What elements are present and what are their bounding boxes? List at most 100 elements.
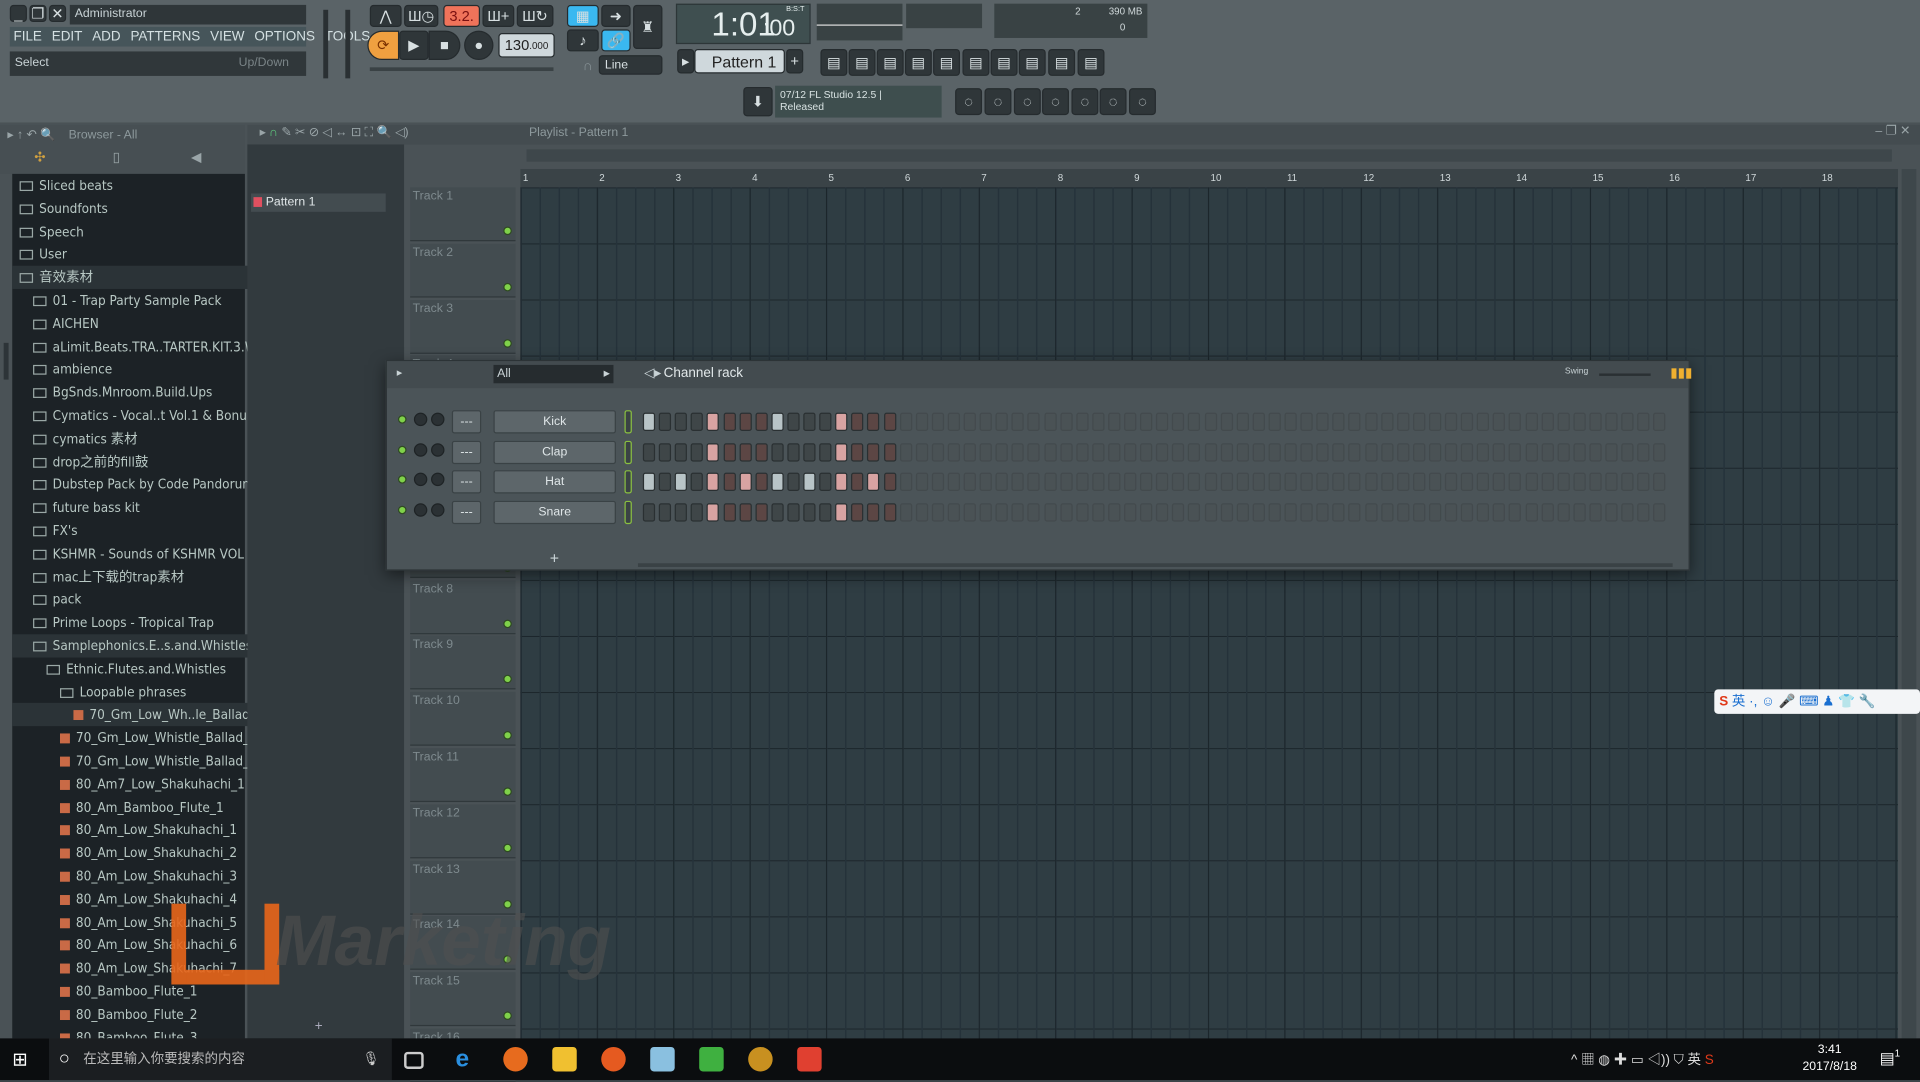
step-button[interactable] xyxy=(1268,442,1281,462)
wizard-view-button[interactable]: ▤ xyxy=(1018,48,1046,76)
step-button[interactable] xyxy=(803,472,816,492)
step-button[interactable] xyxy=(690,412,704,432)
step-button[interactable] xyxy=(1412,412,1426,432)
undo-button[interactable]: ◌ xyxy=(955,88,983,116)
step-button[interactable] xyxy=(642,412,656,432)
step-button[interactable] xyxy=(1557,412,1570,432)
browser-item[interactable]: 80_Am_Low_Shakuhachi_3 xyxy=(12,864,254,887)
firefox-icon[interactable] xyxy=(503,1046,528,1072)
browser-item[interactable]: pack xyxy=(12,588,254,611)
step-button[interactable] xyxy=(899,472,912,492)
step-button[interactable] xyxy=(739,442,752,462)
step-button[interactable] xyxy=(995,502,1008,522)
mic-icon[interactable]: 🎙 xyxy=(362,1038,379,1080)
browser-item[interactable]: mac上下载的trap素材 xyxy=(12,565,254,588)
step-button[interactable] xyxy=(674,472,688,492)
track-mute-led[interactable] xyxy=(503,731,512,740)
step-button[interactable] xyxy=(1460,442,1474,462)
step-button[interactable] xyxy=(1268,412,1281,432)
step-button[interactable] xyxy=(642,442,656,462)
step-button[interactable] xyxy=(1172,442,1185,462)
step-button[interactable] xyxy=(979,472,992,492)
step-button[interactable] xyxy=(915,502,928,522)
step-button[interactable] xyxy=(1140,442,1153,462)
step-button[interactable] xyxy=(1092,412,1105,432)
step-button[interactable] xyxy=(995,472,1008,492)
add-pattern-list-button[interactable]: + xyxy=(315,1019,323,1034)
browser-item[interactable]: 70_Gm_Low_Whistle_Ballad_3 xyxy=(12,749,255,772)
step-button[interactable] xyxy=(1284,502,1297,522)
step-button[interactable] xyxy=(995,442,1008,462)
step-button[interactable] xyxy=(1124,502,1137,522)
step-button[interactable] xyxy=(1621,472,1634,492)
step-button[interactable] xyxy=(1140,502,1153,522)
master-pitch-slider[interactable] xyxy=(345,9,351,79)
save-button[interactable]: ◌ xyxy=(1071,88,1099,116)
blend-notes-button[interactable]: ♪ xyxy=(566,29,599,52)
step-button[interactable] xyxy=(899,442,912,462)
step-button[interactable] xyxy=(1332,502,1345,522)
step-button[interactable] xyxy=(1621,412,1634,432)
browser-item[interactable]: Cymatics - Vocal..t Vol.1 & Bonuses xyxy=(12,404,255,427)
step-button[interactable] xyxy=(1364,502,1377,522)
step-button[interactable] xyxy=(867,472,880,492)
step-button[interactable] xyxy=(755,412,768,432)
firefox-2-icon[interactable] xyxy=(601,1046,626,1072)
browser-item[interactable]: 70_Gm_Low_Wh..le_Ballad_1 xyxy=(12,703,255,727)
pattern-list-item[interactable]: Pattern 1 xyxy=(251,193,386,212)
step-button[interactable] xyxy=(1332,472,1345,492)
notification-center-icon[interactable]: ▤1 xyxy=(1880,1048,1901,1068)
mixer-target-field[interactable]: --- xyxy=(451,440,482,464)
channel-rack-scrollbar[interactable] xyxy=(637,563,1673,567)
step-button[interactable] xyxy=(771,412,784,432)
step-button[interactable] xyxy=(1396,442,1410,462)
step-button[interactable] xyxy=(963,442,976,462)
step-button[interactable] xyxy=(915,472,928,492)
step-button[interactable] xyxy=(674,502,688,522)
cut-button[interactable]: ◌ xyxy=(984,88,1012,116)
step-edit-button[interactable]: Ш+ xyxy=(482,4,515,27)
track-header[interactable]: Track 2 xyxy=(410,243,516,298)
step-button[interactable] xyxy=(1621,502,1634,522)
step-button[interactable] xyxy=(883,502,896,522)
step-button[interactable] xyxy=(674,412,688,432)
export-button[interactable]: ◌ xyxy=(1099,88,1127,116)
step-button[interactable] xyxy=(771,472,784,492)
step-button[interactable] xyxy=(1332,412,1345,432)
restore-button[interactable]: ❐ xyxy=(29,4,47,23)
step-button[interactable] xyxy=(642,472,656,492)
step-button[interactable] xyxy=(963,502,976,522)
browser-item[interactable]: AICHEN xyxy=(12,312,254,335)
browser-item[interactable]: ambience xyxy=(12,358,254,381)
step-button[interactable] xyxy=(771,442,784,462)
step-button[interactable] xyxy=(1653,502,1666,522)
step-button[interactable] xyxy=(1043,472,1057,492)
pan-knob[interactable] xyxy=(431,442,445,457)
channel-select-indicator[interactable] xyxy=(624,470,632,494)
track-header[interactable]: Track 1 xyxy=(410,187,516,242)
playlist-tools-icons[interactable]: ▸ ∩ ✎ ✂ ⊘ ◁ ↔ ⊡ ⛶ 🔍 ◁) xyxy=(260,126,409,139)
step-button[interactable] xyxy=(1380,412,1393,432)
stop-button[interactable]: ■ xyxy=(428,30,461,61)
record-button[interactable]: ● xyxy=(464,30,494,61)
step-button[interactable] xyxy=(963,412,976,432)
step-button[interactable] xyxy=(1573,412,1586,432)
mic-button[interactable]: ◌ xyxy=(1013,88,1041,116)
step-button[interactable] xyxy=(1075,502,1089,522)
step-button[interactable] xyxy=(674,442,688,462)
step-button[interactable] xyxy=(1428,412,1442,432)
step-button[interactable] xyxy=(1428,502,1442,522)
browser-scrollbar[interactable] xyxy=(3,342,9,380)
track-header[interactable]: Track 10 xyxy=(410,692,516,746)
step-button[interactable] xyxy=(1011,442,1025,462)
step-button[interactable] xyxy=(1380,502,1393,522)
step-button[interactable] xyxy=(1460,502,1474,522)
loop-record-button[interactable]: Ш↻ xyxy=(516,4,554,27)
pan-knob[interactable] xyxy=(431,472,445,487)
step-button[interactable] xyxy=(1460,472,1474,492)
step-button[interactable] xyxy=(707,502,720,522)
browser-item[interactable]: User xyxy=(12,243,254,266)
step-button[interactable] xyxy=(1493,412,1506,432)
step-button[interactable] xyxy=(1236,472,1249,492)
track-mute-led[interactable] xyxy=(503,843,512,853)
